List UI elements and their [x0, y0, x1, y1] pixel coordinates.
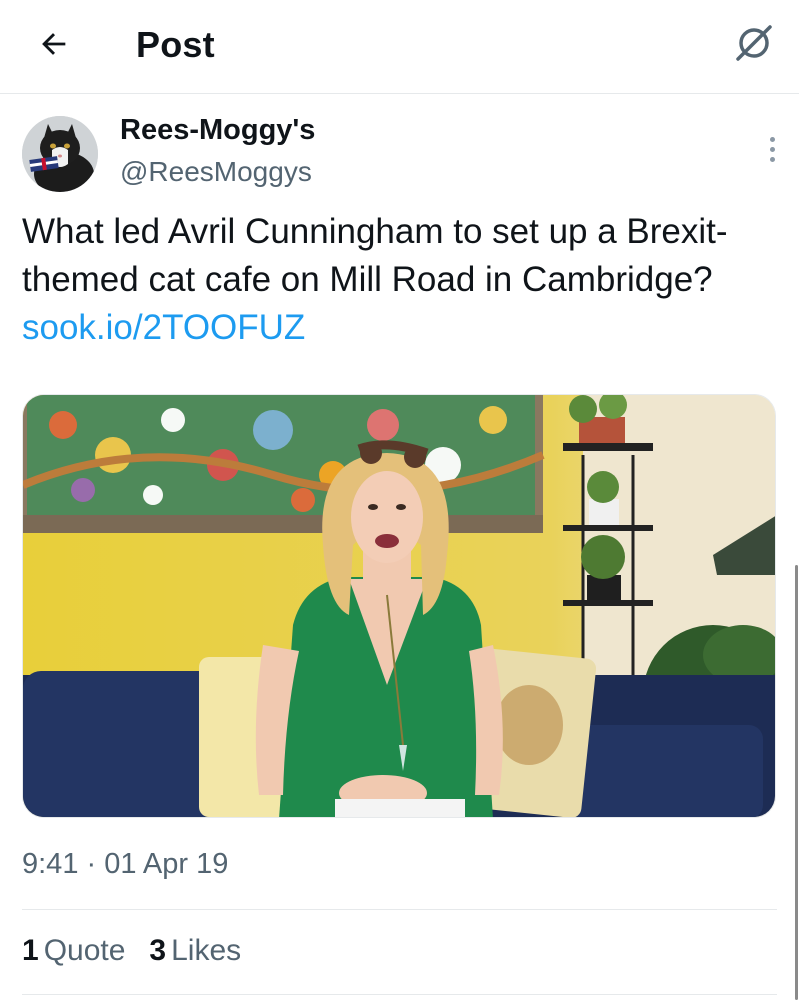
divider — [22, 909, 777, 910]
grok-icon — [736, 25, 772, 61]
page-title: Post — [136, 24, 215, 65]
scrollbar[interactable] — [795, 565, 798, 1000]
photo-woman-green-top-on-sofa — [23, 395, 775, 817]
avatar[interactable] — [22, 116, 98, 192]
likes-count: 3 — [149, 934, 167, 967]
post-stats: 1 Quote 3 Likes — [22, 934, 241, 968]
author-handle[interactable]: @ReesMoggys — [120, 156, 312, 188]
post-text: What led Avril Cunningham to set up a Br… — [22, 208, 772, 352]
quotes-label: Quote — [43, 934, 126, 967]
more-dot — [769, 156, 775, 162]
top-bar: Post — [0, 0, 799, 94]
post-body: What led Avril Cunningham to set up a Br… — [22, 212, 728, 299]
more-dot — [769, 136, 775, 142]
quotes-stat[interactable]: 1 Quote — [22, 934, 125, 968]
avatar-cat-photo — [22, 116, 98, 192]
back-button[interactable] — [30, 22, 78, 66]
post-link[interactable]: sook.io/2TOOFUZ — [22, 308, 305, 347]
divider — [22, 994, 777, 995]
quotes-count: 1 — [22, 934, 39, 967]
grok-button[interactable] — [729, 18, 779, 68]
post-media[interactable] — [22, 394, 776, 818]
arrow-left-icon — [42, 33, 66, 55]
more-options-button[interactable] — [760, 132, 784, 166]
post-author: Rees-Moggy's @ReesMoggys — [22, 112, 782, 194]
author-display-name[interactable]: Rees-Moggy's — [120, 114, 315, 147]
more-dot — [769, 146, 775, 152]
likes-label: Likes — [171, 934, 242, 967]
post-timestamp[interactable]: 9:41 · 01 Apr 19 — [22, 848, 228, 881]
likes-stat[interactable]: 3 Likes — [149, 934, 241, 968]
